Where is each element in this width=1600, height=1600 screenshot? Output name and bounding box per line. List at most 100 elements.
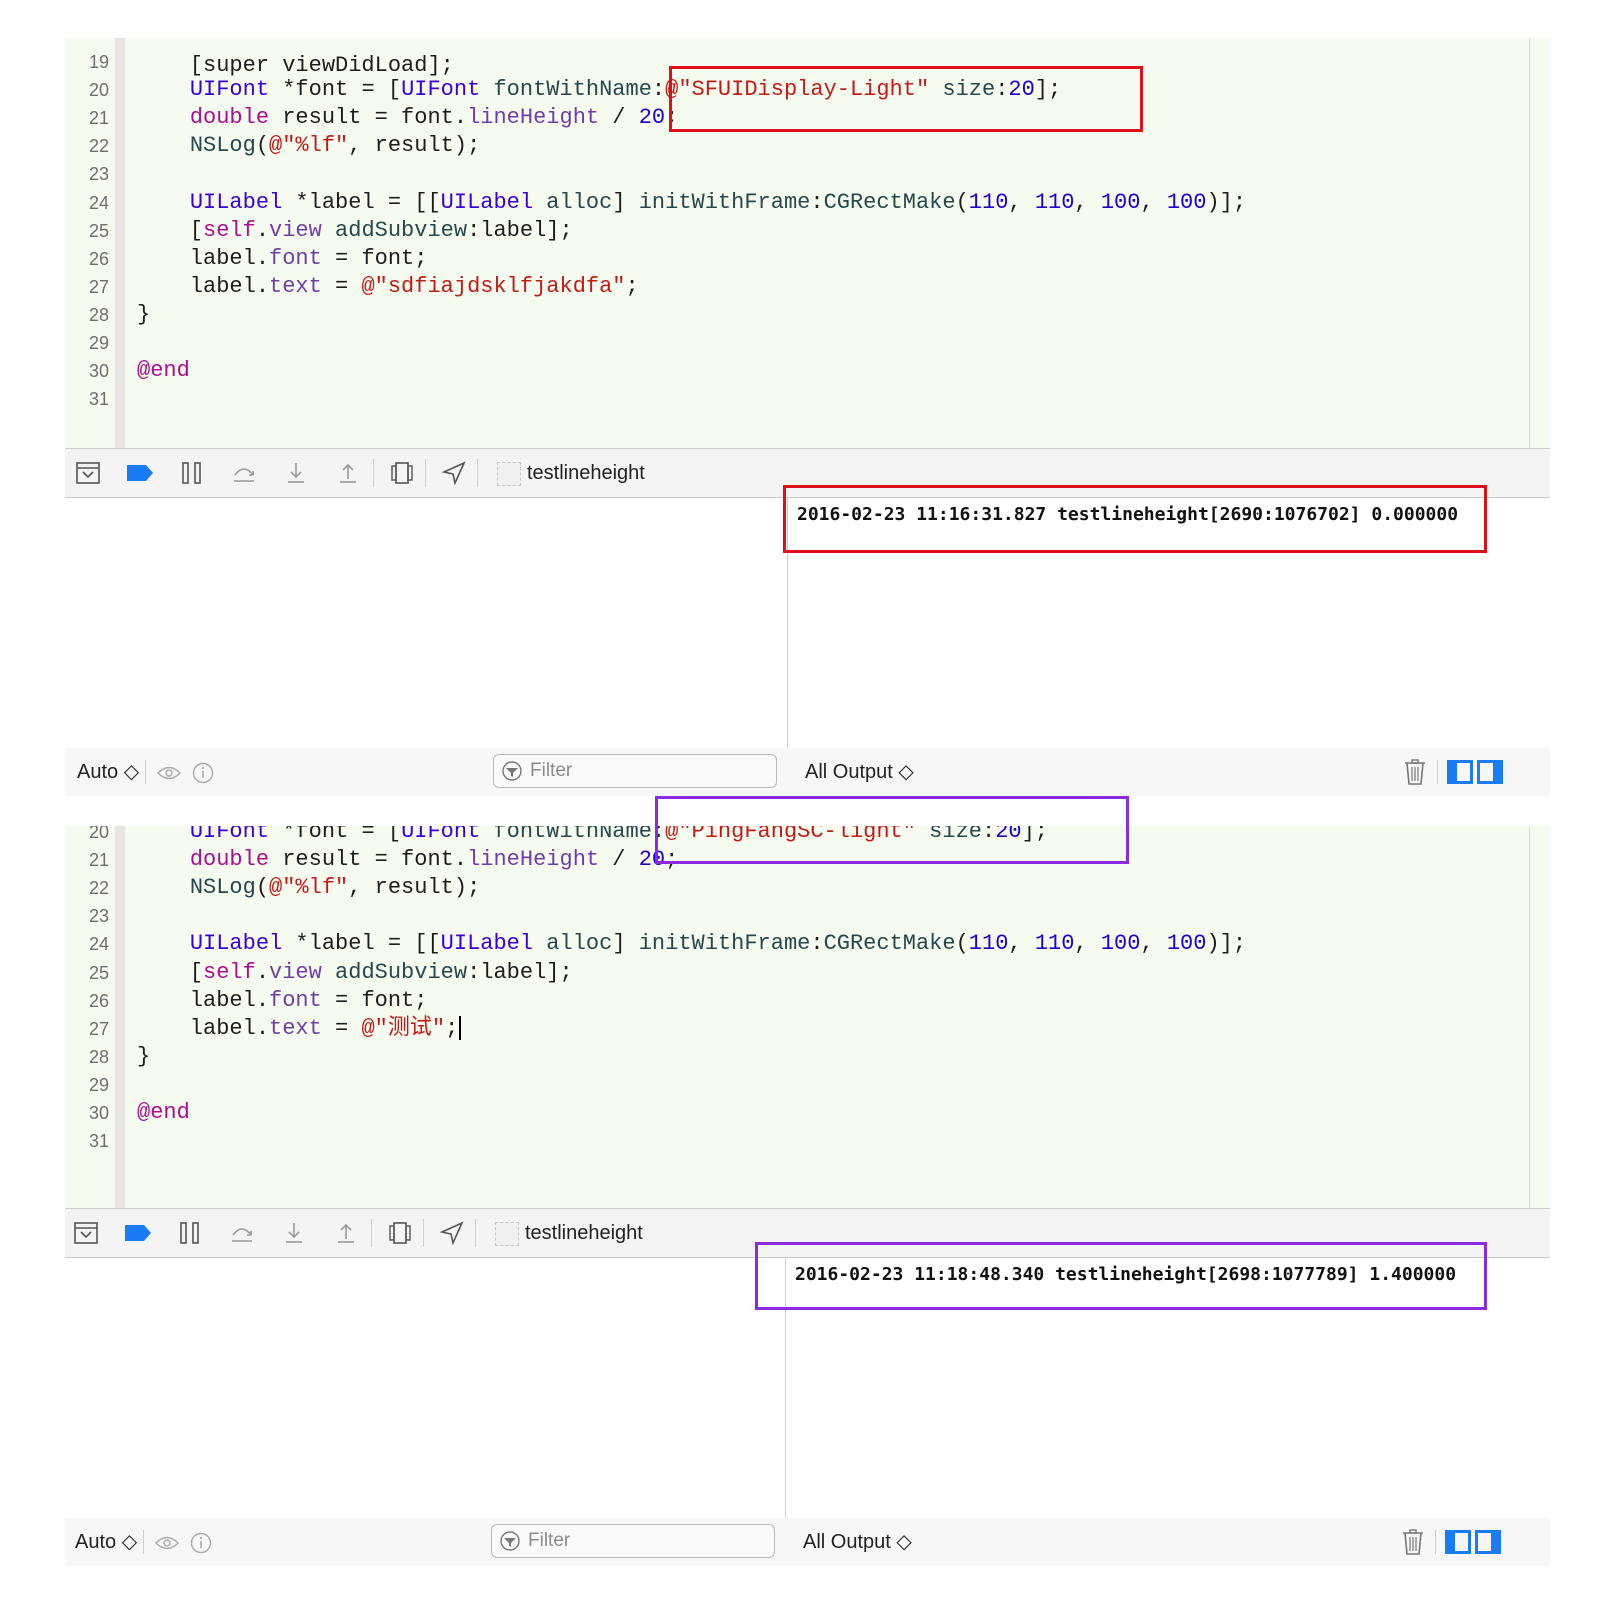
code-text: UILabel *label = [[UILabel alloc] initWi… xyxy=(137,930,1246,958)
step-over-icon[interactable] xyxy=(227,1218,257,1248)
code-token: UIFont xyxy=(189,77,270,103)
show-variables-view-icon[interactable] xyxy=(1445,1530,1471,1554)
console-area: 2016-02-23 11:16:31.827 testlineheight[2… xyxy=(65,485,1550,748)
view-hierarchy-icon[interactable] xyxy=(385,1218,415,1248)
breakpoints-icon[interactable] xyxy=(125,458,155,488)
code-token: 110 xyxy=(968,931,1009,957)
code-token: ( xyxy=(955,189,969,215)
pause-icon[interactable] xyxy=(177,458,207,488)
code-token: , xyxy=(1074,931,1101,957)
line-number: 28 xyxy=(88,1046,109,1067)
editor-scroll-rail xyxy=(1529,38,1530,448)
code-text: @end xyxy=(137,357,190,385)
code-token: @end xyxy=(137,1100,190,1125)
code-token: , xyxy=(1074,189,1101,215)
line-number: 27 xyxy=(88,1018,109,1039)
process-name[interactable]: testlineheight xyxy=(527,449,645,497)
line-number: 21 xyxy=(88,108,109,129)
filter-field[interactable]: Filter xyxy=(491,1524,775,1558)
annotation-box-font-name xyxy=(669,66,1143,132)
line-number: 28 xyxy=(88,304,109,325)
trash-icon[interactable] xyxy=(1401,1528,1425,1556)
code-token: CGRectMake xyxy=(823,189,956,215)
eye-icon[interactable] xyxy=(157,761,181,785)
hide-debug-area-icon[interactable] xyxy=(71,1218,101,1248)
code-token: ( xyxy=(255,133,270,159)
code-token: )]; xyxy=(1206,189,1247,215)
output-select[interactable]: All Output ◇ xyxy=(803,1518,912,1566)
code-token: , xyxy=(1008,189,1035,215)
step-into-icon[interactable] xyxy=(279,1218,309,1248)
show-console-view-icon[interactable] xyxy=(1475,1530,1501,1554)
app-icon xyxy=(495,1222,519,1246)
app-icon xyxy=(497,462,521,486)
step-out-icon[interactable] xyxy=(331,1218,361,1248)
code-text: label.text = @"测试"; xyxy=(137,1015,462,1043)
toolbar-separator xyxy=(477,459,478,487)
trash-icon[interactable] xyxy=(1403,758,1427,786)
code-token: : xyxy=(651,77,666,103)
breakpoints-icon[interactable] xyxy=(123,1218,153,1248)
line-number: 23 xyxy=(88,906,109,927)
step-over-icon[interactable] xyxy=(229,458,259,488)
line-number: 25 xyxy=(88,220,109,241)
code-token: 110 xyxy=(1034,189,1075,215)
code-token: label. xyxy=(137,1015,270,1041)
info-icon[interactable] xyxy=(189,1531,213,1555)
simulate-location-icon[interactable] xyxy=(439,458,469,488)
eye-icon[interactable] xyxy=(155,1531,179,1555)
code-token: NSLog xyxy=(189,133,256,159)
variables-scope-select[interactable]: Auto ◇ xyxy=(75,1518,137,1566)
code-token: addSubview xyxy=(335,959,468,985)
line-number: 31 xyxy=(88,1131,109,1152)
code-token: result = font. xyxy=(269,847,468,873)
code-text: [self.view addSubview:label]; xyxy=(137,217,573,245)
show-variables-view-icon[interactable] xyxy=(1447,760,1473,784)
toolbar-separator xyxy=(425,459,426,487)
code-token: self xyxy=(203,217,256,243)
variables-scope-select[interactable]: Auto ◇ xyxy=(77,748,139,796)
code-token: , result); xyxy=(348,133,481,159)
process-name[interactable]: testlineheight xyxy=(525,1209,643,1257)
toolbar-separator xyxy=(423,1219,424,1247)
code-token: = font; xyxy=(321,245,428,271)
info-icon[interactable] xyxy=(191,761,215,785)
view-hierarchy-icon[interactable] xyxy=(387,458,417,488)
simulate-location-icon[interactable] xyxy=(437,1218,467,1248)
code-text: NSLog(@"%lf", result); xyxy=(137,874,480,902)
code-token: label. xyxy=(137,245,270,271)
code-token: label. xyxy=(137,273,270,299)
line-number: 22 xyxy=(88,136,109,157)
filter-icon xyxy=(500,1531,520,1551)
code-token: 110 xyxy=(968,189,1009,215)
code-token: UIFont xyxy=(401,77,481,103)
code-token: initWithFrame xyxy=(638,931,811,957)
code-token: *font = [ xyxy=(269,77,402,103)
step-into-icon[interactable] xyxy=(281,458,311,488)
code-token: font xyxy=(269,987,322,1013)
hide-debug-area-icon[interactable] xyxy=(73,458,103,488)
code-text: [self.view addSubview:label]; xyxy=(137,959,573,987)
pause-icon[interactable] xyxy=(175,1218,205,1248)
output-select[interactable]: All Output ◇ xyxy=(805,748,914,796)
code-text: @end xyxy=(137,1099,190,1127)
code-token: ; xyxy=(625,273,639,299)
code-token: text xyxy=(269,273,322,299)
filter-field[interactable]: Filter xyxy=(493,754,777,788)
step-out-icon[interactable] xyxy=(333,458,363,488)
show-console-view-icon[interactable] xyxy=(1477,760,1503,784)
code-editor[interactable]: 20 UIFont *font = [UIFont fontWithName: @… xyxy=(65,826,1550,1209)
filter-icon xyxy=(502,761,522,781)
code-token: @"sdfiajdsklfjakdfa" xyxy=(361,273,626,299)
code-token: UIFont xyxy=(401,826,481,844)
line-number: 24 xyxy=(88,192,109,213)
annotation-box-log xyxy=(755,1242,1487,1310)
